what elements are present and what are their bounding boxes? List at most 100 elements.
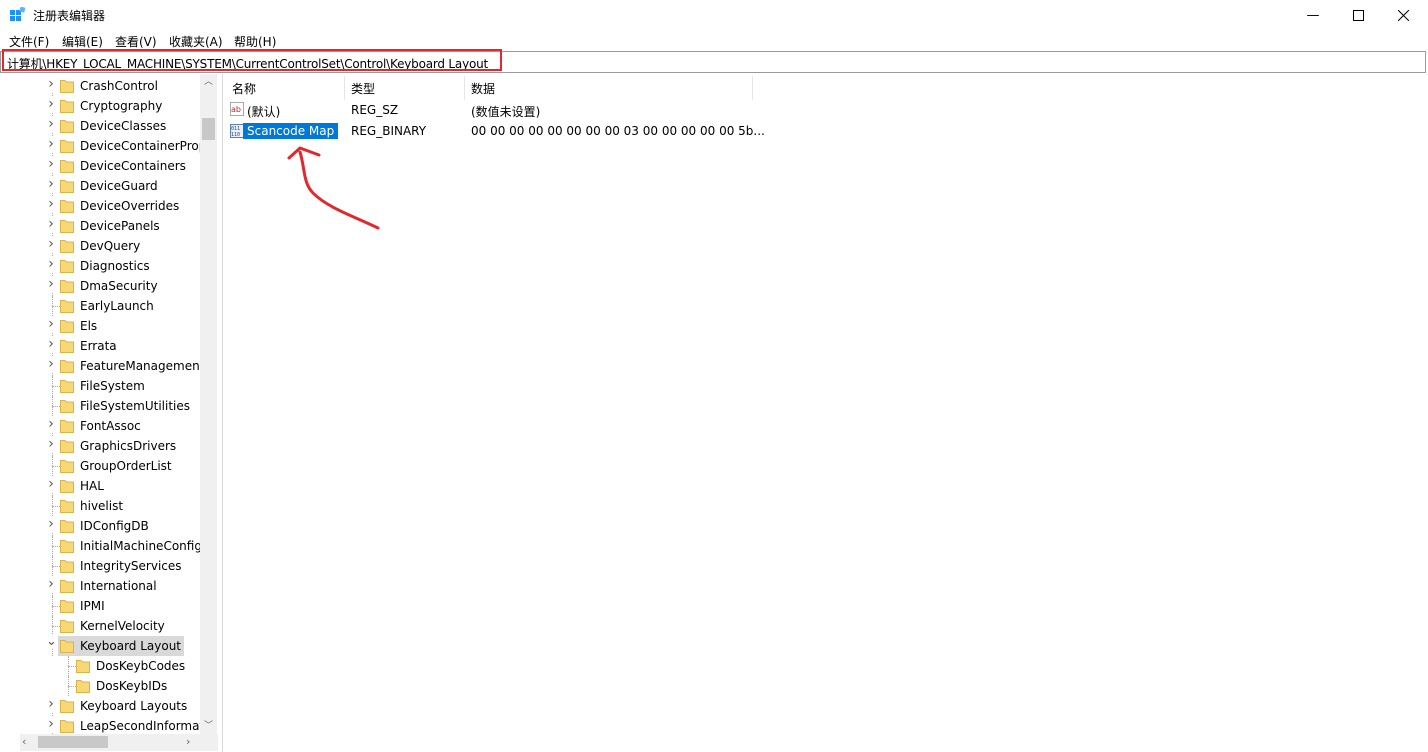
- expand-arrow-icon[interactable]: ›: [46, 176, 56, 192]
- tree-item-label: CrashControl: [80, 79, 158, 93]
- scroll-left-icon[interactable]: ‹: [22, 735, 26, 748]
- tree-item[interactable]: DosKeybIDs: [0, 676, 200, 696]
- expand-arrow-icon[interactable]: ›: [46, 136, 56, 152]
- tree-item[interactable]: DosKeybCodes: [0, 656, 200, 676]
- tree-item[interactable]: › HAL: [0, 476, 200, 496]
- address-annotation-box: [2, 49, 502, 71]
- folder-icon: [60, 400, 74, 413]
- expand-arrow-icon[interactable]: ›: [46, 216, 56, 232]
- tree-item[interactable]: › DeviceContainers: [0, 156, 200, 176]
- expand-arrow-icon[interactable]: ›: [46, 476, 56, 492]
- tree-item[interactable]: IntegrityServices: [0, 556, 200, 576]
- tree-item[interactable]: IPMI: [0, 596, 200, 616]
- column-header-type[interactable]: 类型: [351, 80, 375, 97]
- expand-arrow-icon[interactable]: ›: [46, 416, 56, 432]
- menu-view[interactable]: 查看(V): [115, 33, 157, 50]
- tree-item[interactable]: › DevQuery: [0, 236, 200, 256]
- tree-item[interactable]: › DmaSecurity: [0, 276, 200, 296]
- tree-item[interactable]: › Keyboard Layouts: [0, 696, 200, 716]
- expand-arrow-icon[interactable]: ›: [46, 356, 56, 372]
- close-button[interactable]: [1380, 0, 1426, 30]
- value-name: (默认): [247, 105, 281, 119]
- scroll-right-icon[interactable]: ›: [186, 735, 190, 748]
- tree-item[interactable]: › Cryptography: [0, 96, 200, 116]
- minimize-icon: —: [1306, 7, 1320, 23]
- tree-item[interactable]: › DeviceOverrides: [0, 196, 200, 216]
- tree-item[interactable]: › Diagnostics: [0, 256, 200, 276]
- expand-arrow-icon[interactable]: ›: [46, 236, 56, 252]
- tree-item[interactable]: › FeatureManagement: [0, 356, 204, 376]
- expand-arrow-icon[interactable]: ›: [46, 516, 56, 532]
- maximize-button[interactable]: [1335, 0, 1381, 30]
- tree-item[interactable]: › IDConfigDB: [0, 516, 200, 536]
- folder-icon: [60, 540, 74, 553]
- value-row[interactable]: ab (默认) REG_SZ (数值未设置): [223, 101, 763, 121]
- folder-icon: [60, 560, 74, 573]
- tree-item-label: DeviceContainerProp: [80, 139, 207, 153]
- tree-guide-line: [68, 686, 76, 687]
- tree-item[interactable]: GroupOrderList: [0, 456, 200, 476]
- tree-item[interactable]: › GraphicsDrivers: [0, 436, 200, 456]
- scroll-up-icon[interactable]: ︿: [204, 74, 213, 87]
- tree-item[interactable]: › Errata: [0, 336, 200, 356]
- tree-vertical-scrollbar[interactable]: ︿ ﹀: [200, 74, 217, 734]
- menu-help[interactable]: 帮助(H): [234, 33, 276, 50]
- tree-item[interactable]: › LeapSecondInformat: [0, 716, 204, 736]
- tree-item[interactable]: hivelist: [0, 496, 200, 516]
- tree-guide-line: [52, 566, 60, 567]
- tree-guide-line: [52, 606, 60, 607]
- minimize-button[interactable]: —: [1290, 0, 1336, 30]
- svg-text:ab: ab: [231, 105, 241, 114]
- tree-item[interactable]: › FontAssoc: [0, 416, 200, 436]
- expand-arrow-icon[interactable]: ›: [46, 576, 56, 592]
- tree-item-label: DevQuery: [80, 239, 141, 253]
- value-type: REG_BINARY: [351, 124, 427, 138]
- tree-horizontal-scroll-thumb[interactable]: [38, 736, 108, 748]
- menu-file[interactable]: 文件(F): [9, 33, 49, 50]
- tree-item[interactable]: EarlyLaunch: [0, 296, 200, 316]
- menu-favorites[interactable]: 收藏夹(A): [169, 33, 223, 50]
- tree-item[interactable]: › DeviceGuard: [0, 176, 200, 196]
- expand-arrow-icon[interactable]: ›: [46, 196, 56, 212]
- folder-icon: [60, 200, 74, 213]
- expand-arrow-icon[interactable]: ›: [46, 276, 56, 292]
- tree-item[interactable]: ⌄ Keyboard Layout: [0, 634, 200, 656]
- folder-icon: [60, 160, 74, 173]
- column-header-name[interactable]: 名称: [232, 80, 256, 97]
- tree-item[interactable]: › DeviceClasses: [0, 116, 200, 136]
- column-separator[interactable]: [752, 76, 753, 100]
- expand-arrow-icon[interactable]: ›: [46, 696, 56, 712]
- arrow-annotation: [287, 146, 380, 230]
- scroll-down-icon[interactable]: ﹀: [204, 718, 213, 731]
- expand-arrow-icon[interactable]: ›: [46, 336, 56, 352]
- tree-item-label: DeviceContainers: [80, 159, 186, 173]
- folder-icon: [60, 240, 74, 253]
- column-header-data[interactable]: 数据: [471, 80, 495, 97]
- collapse-arrow-icon[interactable]: ⌄: [46, 634, 57, 649]
- expand-arrow-icon[interactable]: ›: [46, 436, 56, 452]
- column-separator[interactable]: [344, 76, 345, 100]
- tree-guide-line: [52, 546, 60, 547]
- tree-item[interactable]: FileSystemUtilities: [0, 396, 200, 416]
- expand-arrow-icon[interactable]: ›: [46, 316, 56, 332]
- tree-item[interactable]: KernelVelocity: [0, 616, 200, 636]
- expand-arrow-icon[interactable]: ›: [46, 156, 56, 172]
- tree-item[interactable]: › DeviceContainerProp: [0, 136, 206, 156]
- expand-arrow-icon[interactable]: ›: [46, 256, 56, 272]
- tree-guide-line: [52, 506, 60, 507]
- menu-edit[interactable]: 编辑(E): [62, 33, 103, 50]
- expand-arrow-icon[interactable]: ›: [46, 716, 56, 732]
- column-separator[interactable]: [464, 76, 465, 100]
- tree-item[interactable]: InitialMachineConfig: [0, 536, 202, 556]
- tree-item[interactable]: › Els: [0, 316, 200, 336]
- tree-item[interactable]: › International: [0, 576, 200, 596]
- tree-item-label: FileSystemUtilities: [80, 399, 190, 413]
- tree-item[interactable]: FileSystem: [0, 376, 200, 396]
- expand-arrow-icon[interactable]: ›: [46, 96, 56, 112]
- expand-arrow-icon[interactable]: ›: [46, 76, 56, 92]
- tree-item[interactable]: › CrashControl: [0, 76, 200, 96]
- tree-item[interactable]: › DevicePanels: [0, 216, 200, 236]
- tree-vertical-scroll-thumb[interactable]: [202, 118, 215, 140]
- expand-arrow-icon[interactable]: ›: [46, 116, 56, 132]
- tree-item-label: EarlyLaunch: [80, 299, 154, 313]
